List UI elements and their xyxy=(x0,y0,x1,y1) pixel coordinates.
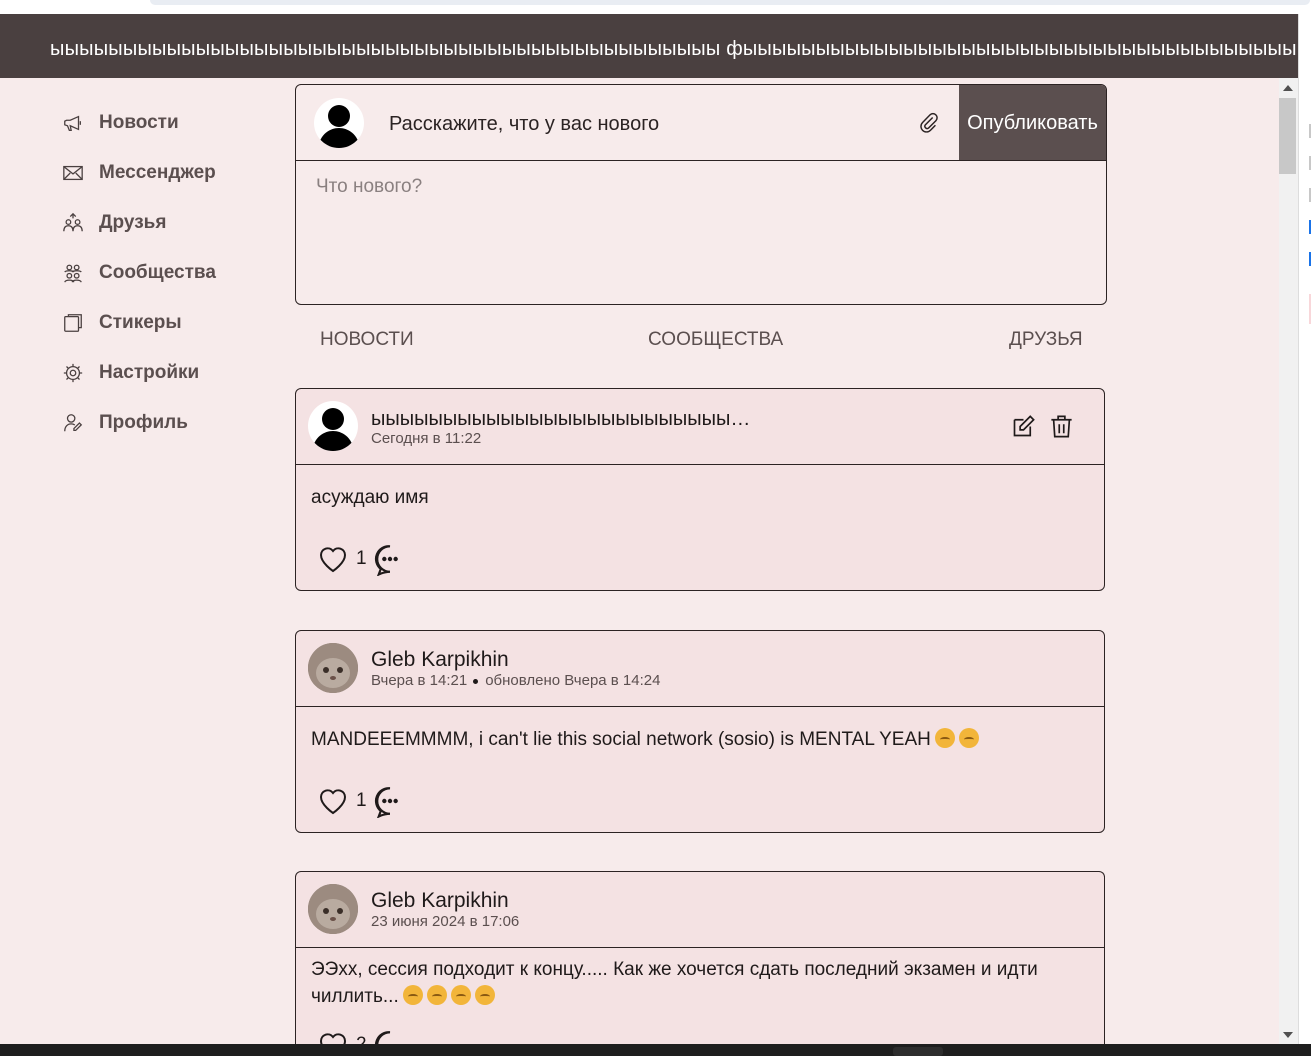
cat-photo-avatar xyxy=(308,884,358,934)
megaphone-icon xyxy=(64,115,81,131)
settings-icon xyxy=(63,363,83,383)
heart-icon[interactable] xyxy=(316,543,350,575)
sidebar-item-label: Новости xyxy=(99,112,179,133)
post-body: MANDEEEMMMM, i can't lie this social net… xyxy=(311,726,1084,753)
post-text: асуждаю имя xyxy=(311,487,429,508)
emoji-icon xyxy=(474,985,495,1005)
emoji-icon xyxy=(934,728,955,748)
post-updated: обновлено Вчера в 14:24 xyxy=(485,672,661,689)
heart-icon[interactable] xyxy=(316,1029,350,1044)
scroll-up-arrow-icon[interactable] xyxy=(1283,85,1293,91)
avatar[interactable] xyxy=(308,884,358,934)
post-author[interactable]: Gleb Karpikhin xyxy=(371,889,509,913)
envelope-icon xyxy=(63,165,83,181)
comment-icon[interactable] xyxy=(373,1028,407,1044)
community-icon xyxy=(64,264,82,283)
post-header: Gleb Karpikhin Вчера в 14:21 обновлено Вч… xyxy=(296,631,1104,707)
publish-button[interactable]: Опубликовать xyxy=(959,85,1106,160)
post-actions: 1 xyxy=(316,542,407,576)
composer-prompt[interactable]: Расскажите, что у вас нового xyxy=(389,113,659,136)
sidebar-item-label: Настройки xyxy=(99,362,200,383)
like-count: 2 xyxy=(356,1034,367,1044)
address-bar[interactable] xyxy=(150,0,1310,5)
comment-icon[interactable] xyxy=(373,784,407,818)
like-count: 1 xyxy=(356,548,367,569)
feed-tabs: НОВОСТИ СООБЩЕСТВА ДРУЗЬЯ xyxy=(295,326,1105,356)
scrollbar-thumb[interactable] xyxy=(1279,98,1296,174)
sidebar-item-news[interactable]: Новости xyxy=(62,98,282,148)
post-author[interactable]: Gleb Karpikhin xyxy=(371,648,509,672)
post-card: ыыыыыыыыыыыыыыыыыыыыыыыыы… Сегодня в 11:… xyxy=(295,388,1105,591)
sidebar-item-messenger[interactable]: Мессенджер xyxy=(62,148,282,198)
post-time: Вчера в 14:21 xyxy=(371,672,468,689)
sidebar-item-label: Профиль xyxy=(99,412,188,433)
sidebar-item-label: Стикеры xyxy=(99,312,182,333)
sidebar-item-profile[interactable]: Профиль xyxy=(62,398,282,448)
post-time: Сегодня в 11:22 xyxy=(371,430,482,447)
cat-photo-avatar xyxy=(308,643,358,693)
post-card: Gleb Karpikhin 23 июня 2024 в 17:06 ЭЭхх… xyxy=(295,871,1105,1044)
sidebar-item-label: Друзья xyxy=(99,212,167,233)
post-actions: 1 xyxy=(316,784,407,818)
emoji-icon xyxy=(402,985,423,1005)
emoji-icon xyxy=(958,728,979,748)
default-avatar-icon xyxy=(318,105,360,148)
post-card: Gleb Karpikhin Вчера в 14:21 обновлено Вч… xyxy=(295,630,1105,833)
tab-friends[interactable]: ДРУЗЬЯ xyxy=(1009,329,1083,351)
heart-icon[interactable] xyxy=(316,785,350,817)
post-author[interactable]: ыыыыыыыыыыыыыыыыыыыыыыыыы… xyxy=(371,408,750,431)
sidebar: Новости Мессенджер Друзья Сообщества Сти… xyxy=(62,98,282,448)
profile-icon xyxy=(64,414,83,432)
tab-communities[interactable]: СООБЩЕСТВА xyxy=(648,329,783,351)
post-composer: Расскажите, что у вас нового Опубликоват… xyxy=(295,84,1107,305)
trash-icon[interactable] xyxy=(1048,413,1075,440)
paperclip-icon[interactable] xyxy=(918,112,940,134)
post-header: ыыыыыыыыыыыыыыыыыыыыыыыыы… Сегодня в 11:… xyxy=(296,389,1104,465)
avatar[interactable] xyxy=(308,401,358,451)
avatar[interactable] xyxy=(308,643,358,693)
sidebar-item-label: Сообщества xyxy=(99,262,216,283)
sidebar-item-friends[interactable]: Друзья xyxy=(62,198,282,248)
header-ticker: ыыыыыыыыыыыыыыыыыыыыыыыыыыыыыыыыыыыыыыыы… xyxy=(50,38,1298,60)
sticker-icon xyxy=(64,314,82,332)
emoji-icon xyxy=(426,985,447,1005)
top-header: ыыыыыыыыыыыыыыыыыыыыыыыыыыыыыыыыыыыыыыыы… xyxy=(0,14,1298,78)
tab-news[interactable]: НОВОСТИ xyxy=(320,329,414,351)
devtools-edge xyxy=(1298,14,1311,1044)
sidebar-item-label: Мессенджер xyxy=(99,162,216,183)
post-text: MANDEEEMMMM, i can't lie this social net… xyxy=(311,729,931,750)
emoji-icon xyxy=(450,985,471,1005)
post-header: Gleb Karpikhin 23 июня 2024 в 17:06 xyxy=(296,872,1104,948)
sidebar-item-communities[interactable]: Сообщества xyxy=(62,248,282,298)
sidebar-item-stickers[interactable]: Стикеры xyxy=(62,298,282,348)
like-count: 1 xyxy=(356,790,367,811)
avatar xyxy=(314,98,364,148)
taskbar xyxy=(0,1044,1311,1056)
post-timestamp: Сегодня в 11:22 xyxy=(371,430,481,447)
sidebar-item-settings[interactable]: Настройки xyxy=(62,348,282,398)
page-scrollbar[interactable] xyxy=(1279,78,1298,1044)
edit-icon[interactable] xyxy=(1010,413,1037,440)
post-actions: 2 xyxy=(316,1028,407,1044)
taskbar-item[interactable] xyxy=(893,1047,943,1056)
friends-icon xyxy=(63,212,83,232)
composer-bar: Расскажите, что у вас нового Опубликоват… xyxy=(296,85,1106,161)
post-timestamp: 23 июня 2024 в 17:06 xyxy=(371,913,519,930)
separator-dot xyxy=(473,678,479,684)
comment-icon[interactable] xyxy=(373,542,407,576)
post-timestamp: Вчера в 14:21 обновлено Вчера в 14:24 xyxy=(371,672,660,689)
post-body: ЭЭхх, сессия подходит к концу..... Как ж… xyxy=(311,956,1084,1010)
post-time: 23 июня 2024 в 17:06 xyxy=(371,913,520,930)
post-text-field[interactable] xyxy=(296,161,1106,303)
default-avatar-icon xyxy=(312,408,354,451)
scroll-down-arrow-icon[interactable] xyxy=(1283,1032,1293,1038)
browser-top-strip xyxy=(0,0,1311,14)
